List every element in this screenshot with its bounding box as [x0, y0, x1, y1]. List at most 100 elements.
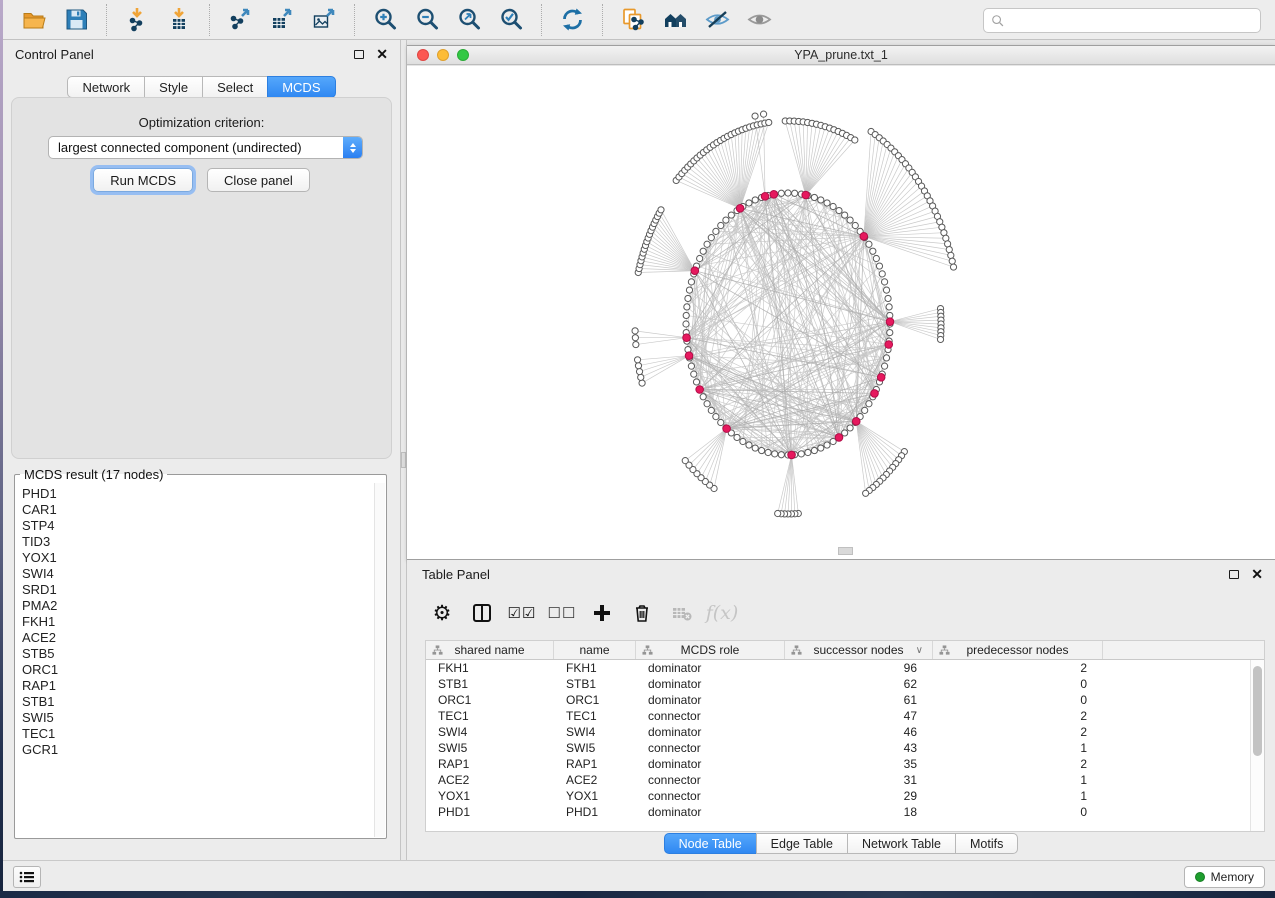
tab-motifs[interactable]: Motifs [955, 833, 1018, 854]
column-header-name[interactable]: name [554, 641, 636, 659]
tab-mcds[interactable]: MCDS [267, 76, 335, 98]
mcds-result-item[interactable]: PHD1 [22, 486, 374, 502]
network-view-canvas[interactable] [407, 66, 1275, 559]
refresh-icon[interactable] [557, 5, 587, 35]
network-window-titlebar: YPA_prune.txt_1 [407, 46, 1275, 65]
close-panel-icon[interactable]: ✕ [376, 47, 388, 61]
mcds-result-item[interactable]: RAP1 [22, 678, 374, 694]
deselect-all-icon[interactable]: ☐☐ [547, 598, 577, 628]
table-row[interactable]: TEC1TEC1connector472 [426, 708, 1250, 724]
zoom-selected-icon[interactable] [496, 5, 526, 35]
table-row[interactable]: FKH1FKH1dominator962 [426, 660, 1250, 676]
mcds-result-item[interactable]: TID3 [22, 534, 374, 550]
column-header-shared-name[interactable]: shared name [426, 641, 554, 659]
table-toolbar: ⚙ ☑☑ ☐☐ f(x) [427, 593, 737, 633]
zoom-fit-icon[interactable] [454, 5, 484, 35]
close-panel-button[interactable]: Close panel [207, 168, 310, 192]
mcds-result-item[interactable]: SRD1 [22, 582, 374, 598]
mcds-result-item[interactable]: FKH1 [22, 614, 374, 630]
column-header-successor-nodes[interactable]: successor nodes∨ [785, 641, 933, 659]
table-row[interactable]: RAP1RAP1dominator352 [426, 756, 1250, 772]
table-row[interactable]: SWI4SWI4dominator462 [426, 724, 1250, 740]
toolbar-separator [354, 4, 355, 36]
network-window: YPA_prune.txt_1 [407, 45, 1275, 560]
duplicate-network-icon[interactable] [618, 5, 648, 35]
delete-column-icon[interactable] [627, 598, 657, 628]
hide-selected-icon[interactable] [702, 5, 732, 35]
select-all-icon[interactable]: ☑☑ [507, 598, 537, 628]
network-graph[interactable] [407, 66, 1275, 559]
show-column-icon[interactable] [467, 598, 497, 628]
toolbar-separator [209, 4, 210, 36]
search-box[interactable] [983, 8, 1261, 33]
memory-button[interactable]: Memory [1184, 866, 1265, 888]
tab-network-table[interactable]: Network Table [847, 833, 956, 854]
float-panel-icon[interactable] [354, 50, 364, 59]
table-scrollbar[interactable] [1250, 660, 1264, 831]
dropdown-stepper-icon [343, 137, 362, 158]
export-table-icon[interactable] [267, 5, 297, 35]
vertical-splitter-handle[interactable] [401, 452, 406, 468]
table-cell: 1 [933, 741, 1103, 755]
toolbar-separator [106, 4, 107, 36]
column-header-MCDS-role[interactable]: MCDS role [636, 641, 785, 659]
show-all-icon[interactable] [744, 5, 774, 35]
zoom-out-icon[interactable] [412, 5, 442, 35]
export-image-icon[interactable] [309, 5, 339, 35]
run-mcds-button[interactable]: Run MCDS [93, 168, 193, 192]
tab-node-table[interactable]: Node Table [664, 833, 757, 854]
mcds-result-item[interactable]: GCR1 [22, 742, 374, 758]
table-cell: connector [636, 789, 785, 803]
horizontal-splitter-handle[interactable] [838, 547, 853, 555]
table-cell: ACE2 [554, 773, 636, 787]
export-network-icon[interactable] [225, 5, 255, 35]
mcds-result-item[interactable]: YOX1 [22, 550, 374, 566]
table-cell: 0 [933, 805, 1103, 819]
table-cell: 46 [785, 725, 933, 739]
zoom-in-icon[interactable] [370, 5, 400, 35]
mcds-result-item[interactable]: CAR1 [22, 502, 374, 518]
close-table-panel-icon[interactable]: ✕ [1251, 567, 1263, 581]
table-row[interactable]: SWI5SWI5connector431 [426, 740, 1250, 756]
table-row[interactable]: ACE2ACE2connector311 [426, 772, 1250, 788]
column-header-predecessor-nodes[interactable]: predecessor nodes [933, 641, 1103, 659]
mcds-result-item[interactable]: SWI4 [22, 566, 374, 582]
table-cell: 18 [785, 805, 933, 819]
import-network-icon[interactable] [122, 5, 152, 35]
mcds-result-item[interactable]: TEC1 [22, 726, 374, 742]
settings-icon[interactable]: ⚙ [427, 598, 457, 628]
vertical-splitter[interactable] [400, 40, 407, 860]
optimization-criterion-dropdown[interactable]: largest connected component (undirected) [48, 136, 363, 159]
function-builder-icon[interactable]: f(x) [707, 598, 737, 628]
tab-style[interactable]: Style [144, 76, 203, 98]
tab-edge-table[interactable]: Edge Table [756, 833, 848, 854]
add-column-icon[interactable] [587, 598, 617, 628]
table-cell: ORC1 [554, 693, 636, 707]
table-row[interactable]: STB1STB1dominator620 [426, 676, 1250, 692]
mcds-result-item[interactable]: PMA2 [22, 598, 374, 614]
delete-table-icon[interactable] [667, 598, 697, 628]
mcds-result-item[interactable]: ORC1 [22, 662, 374, 678]
mcds-result-item[interactable]: ACE2 [22, 630, 374, 646]
task-history-button[interactable] [13, 866, 41, 888]
save-icon[interactable] [61, 5, 91, 35]
table-scrollbar-thumb[interactable] [1253, 666, 1262, 756]
table-row[interactable]: PHD1PHD1dominator180 [426, 804, 1250, 820]
tab-select[interactable]: Select [202, 76, 268, 98]
column-label: MCDS role [681, 643, 740, 657]
first-neighbors-icon[interactable] [660, 5, 690, 35]
table-row[interactable]: YOX1YOX1connector291 [426, 788, 1250, 804]
mcds-result-item[interactable]: STB1 [22, 694, 374, 710]
float-table-panel-icon[interactable] [1229, 570, 1239, 579]
tab-network[interactable]: Network [67, 76, 145, 98]
import-table-icon[interactable] [164, 5, 194, 35]
open-icon[interactable] [19, 5, 49, 35]
search-input[interactable] [1005, 9, 1260, 32]
table-row[interactable]: ORC1ORC1dominator610 [426, 692, 1250, 708]
mcds-result-scrollbar[interactable] [374, 483, 385, 837]
mcds-result-item[interactable]: SWI5 [22, 710, 374, 726]
table-cell: connector [636, 741, 785, 755]
mcds-result-list[interactable]: PHD1CAR1STP4TID3YOX1SWI4SRD1PMA2FKH1ACE2… [16, 484, 374, 837]
mcds-result-item[interactable]: STB5 [22, 646, 374, 662]
mcds-result-item[interactable]: STP4 [22, 518, 374, 534]
